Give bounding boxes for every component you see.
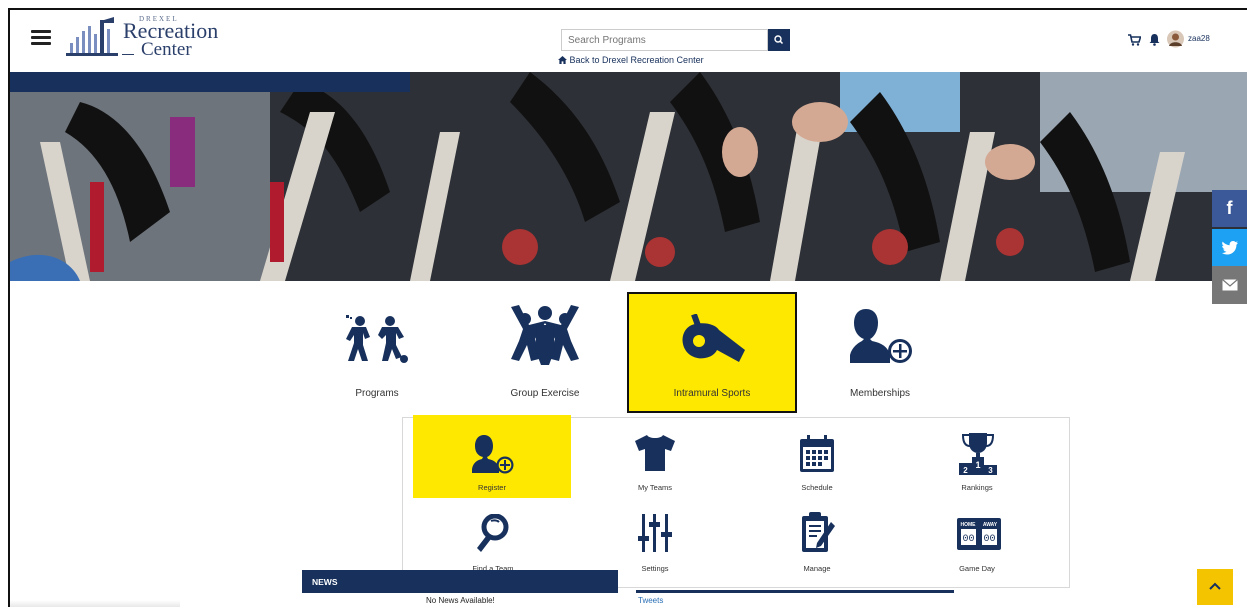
search-button[interactable] <box>768 29 790 51</box>
submenu-label: Schedule <box>801 483 833 492</box>
scoreboard-icon: HOME AWAY 00 00 <box>957 518 1001 550</box>
logo-center-text: Center <box>141 39 192 60</box>
username-label[interactable]: zaa28 <box>1188 34 1210 43</box>
facebook-share-button[interactable]: f <box>1212 190 1247 227</box>
rank-second-text: 2 <box>963 466 968 475</box>
jersey-icon <box>635 435 675 471</box>
register-icon <box>472 435 514 474</box>
submenu-my-teams[interactable]: My Teams <box>595 425 715 495</box>
tweets-header-bar <box>636 590 954 593</box>
news-title: NEWS <box>312 577 338 587</box>
scroll-to-top-button[interactable] <box>1197 569 1233 605</box>
scoreboard-away-score: 00 <box>983 534 995 545</box>
chevron-up-icon <box>1209 582 1221 590</box>
add-member-icon <box>850 309 912 363</box>
submenu-schedule[interactable]: Schedule <box>757 425 877 495</box>
news-header: NEWS <box>302 570 618 593</box>
home-icon <box>558 56 567 64</box>
twitter-icon <box>1221 240 1238 254</box>
email-share-button[interactable] <box>1212 266 1247 304</box>
submenu-label: Manage <box>803 564 831 573</box>
scoreboard-home-text: HOME <box>961 522 977 528</box>
group-exercise-icon <box>511 305 579 365</box>
rank-first-text: 1 <box>975 460 980 470</box>
sliders-icon <box>638 514 672 552</box>
avatar[interactable] <box>1167 30 1184 48</box>
trophy-icon: 1 2 3 <box>959 433 997 475</box>
scoreboard-home-score: 00 <box>962 534 974 545</box>
submenu-label: Rankings <box>961 483 993 492</box>
submenu-label: Game Day <box>959 564 995 573</box>
calendar-icon <box>800 435 834 472</box>
facebook-icon: f <box>1226 198 1233 218</box>
back-link[interactable]: Back to Drexel Recreation Center <box>558 55 704 65</box>
email-icon <box>1221 279 1238 291</box>
submenu-game-day[interactable]: HOME AWAY 00 00 Game Day <box>917 510 1037 580</box>
hero-banner <box>10 72 1247 281</box>
whistle-icon <box>682 314 745 362</box>
magnifier-icon <box>477 514 509 552</box>
submenu-register[interactable]: Register <box>413 415 571 498</box>
search-input[interactable] <box>561 29 768 51</box>
tweets-link[interactable]: Tweets <box>638 596 663 605</box>
hero-overlay-bar <box>10 72 410 92</box>
submenu-label: Register <box>478 483 506 492</box>
twitter-share-button[interactable] <box>1212 229 1247 266</box>
bell-icon[interactable] <box>1149 33 1160 46</box>
no-news-text: No News Available! <box>426 596 495 605</box>
back-link-label: Back to Drexel Recreation Center <box>569 55 704 65</box>
tile-intramural-sports[interactable]: Intramural Sports <box>627 292 797 413</box>
submenu-manage[interactable]: Manage <box>757 510 877 580</box>
footer-shadow <box>10 600 180 607</box>
rank-third-text: 3 <box>988 466 993 475</box>
clipboard-icon <box>802 512 835 552</box>
tile-group-exercise[interactable]: Group Exercise <box>484 295 606 405</box>
hamburger-menu-icon[interactable] <box>31 30 51 46</box>
tile-label: Intramural Sports <box>673 388 751 399</box>
tile-label: Memberships <box>849 388 911 399</box>
search-icon <box>774 35 784 45</box>
tile-label: Programs <box>355 388 399 399</box>
tile-programs[interactable]: Programs <box>318 295 436 405</box>
submenu-label: My Teams <box>637 483 673 492</box>
cart-icon[interactable] <box>1128 34 1141 46</box>
spin-class-photo <box>10 72 1247 281</box>
programs-icon <box>346 315 408 363</box>
tile-label: Group Exercise <box>510 388 580 399</box>
submenu-rankings[interactable]: 1 2 3 Rankings <box>917 425 1037 495</box>
tile-memberships[interactable]: Memberships <box>820 295 940 405</box>
scoreboard-away-text: AWAY <box>983 522 998 528</box>
